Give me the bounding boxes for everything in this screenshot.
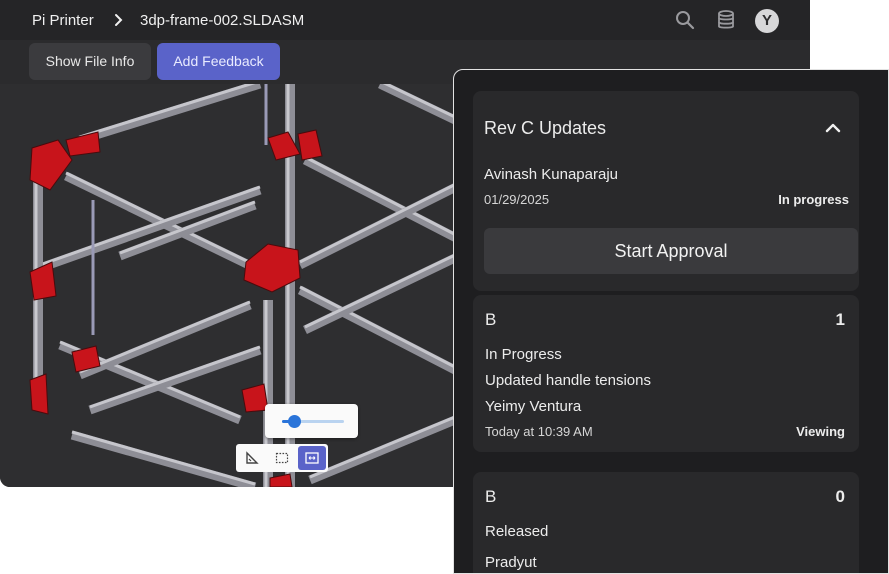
version-note: Updated handle tensions <box>485 372 651 389</box>
measure-icon <box>246 451 259 464</box>
version-count: 0 <box>835 487 845 506</box>
breadcrumb-project[interactable]: Pi Printer <box>32 12 94 29</box>
viewport-toolbar <box>236 444 328 472</box>
user-avatar[interactable]: Y <box>755 9 779 33</box>
version-author: Pradyut <box>485 554 537 571</box>
chevron-right-icon <box>115 14 123 26</box>
revision-panel: Rev C Updates Avinash Kunaparaju 01/29/2… <box>453 69 889 574</box>
section-box-tool-button[interactable] <box>268 446 296 470</box>
search-icon[interactable] <box>674 9 696 31</box>
version-letter: B <box>485 310 497 329</box>
measure-tool-button[interactable] <box>238 446 266 470</box>
revision-date: 01/29/2025 <box>484 192 550 207</box>
version-author: Yeimy Ventura <box>485 398 582 415</box>
breadcrumb-file: 3dp-frame-002.SLDASM <box>140 12 305 29</box>
database-icon[interactable] <box>715 9 737 31</box>
viewing-badge: Viewing <box>796 424 845 439</box>
version-card[interactable]: B 0 Released Pradyut <box>473 472 859 573</box>
version-time: Today at 10:39 AM <box>485 424 593 439</box>
fit-view-tool-button[interactable] <box>298 446 326 470</box>
version-status: In Progress <box>485 346 562 363</box>
start-approval-button[interactable]: Start Approval <box>484 228 858 274</box>
top-bar: Pi Printer 3dp-frame-002.SLDASM Y <box>0 0 810 40</box>
revision-author: Avinash Kunaparaju <box>484 166 618 183</box>
slider-handle[interactable] <box>287 415 301 428</box>
chevron-up-icon[interactable] <box>823 118 843 138</box>
add-feedback-button[interactable]: Add Feedback <box>157 43 280 80</box>
fit-view-icon <box>305 452 319 464</box>
version-letter: B <box>485 487 497 506</box>
version-card[interactable]: B 1 In Progress Updated handle tensions … <box>473 295 859 452</box>
revision-title: Rev C Updates <box>484 118 607 138</box>
version-status: Released <box>485 523 549 540</box>
section-box-icon <box>275 452 289 464</box>
zoom-slider[interactable] <box>265 404 358 438</box>
version-count: 1 <box>835 310 845 329</box>
revision-status: In progress <box>778 192 849 207</box>
show-file-info-button[interactable]: Show File Info <box>29 43 151 80</box>
